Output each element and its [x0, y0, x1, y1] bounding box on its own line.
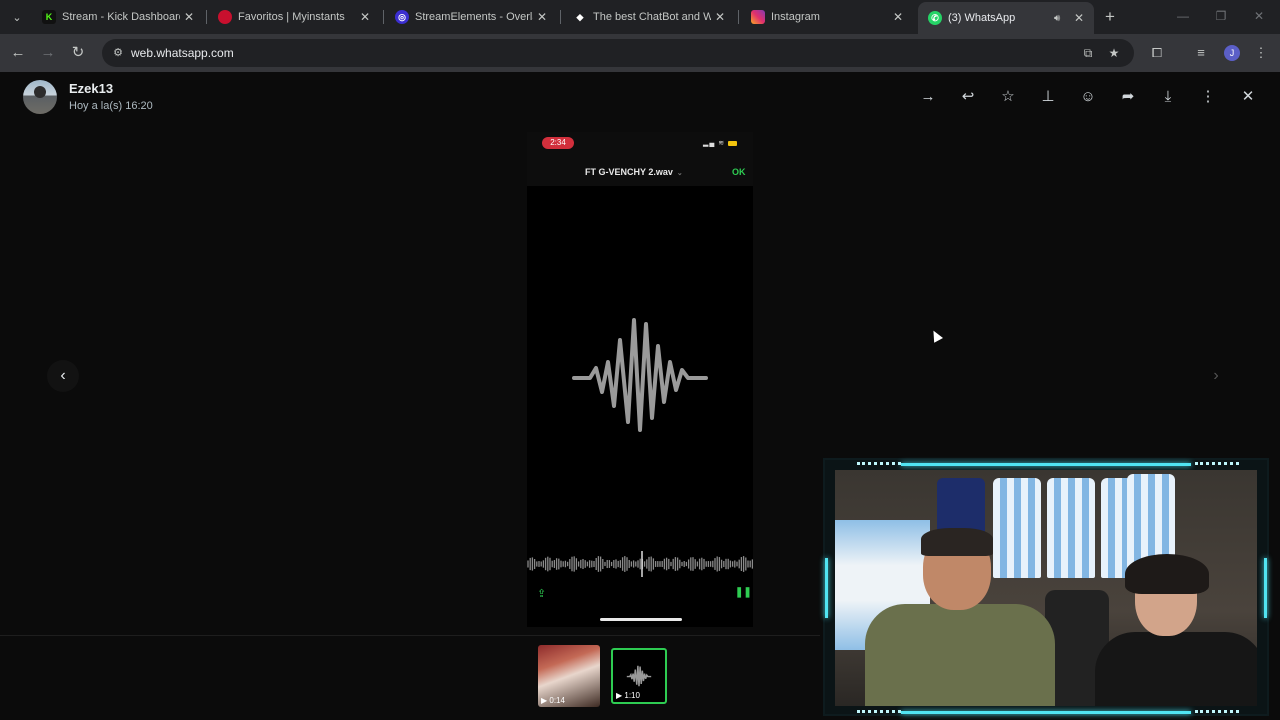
- profile-avatar[interactable]: J: [1224, 45, 1240, 61]
- tab-separator: [560, 10, 561, 24]
- tab-close-icon[interactable]: ✕: [180, 10, 198, 24]
- mouse-cursor: [929, 328, 943, 343]
- myinstants-icon: [218, 10, 232, 24]
- frame-glow-bar: [1264, 558, 1267, 618]
- webcam-overlay: [823, 458, 1269, 716]
- download-icon[interactable]: ⤓: [1158, 87, 1178, 107]
- frame-decoration: [857, 710, 901, 713]
- phone-share-icon: ⇪: [537, 588, 547, 600]
- extensions-icon[interactable]: ⧠: [1147, 43, 1167, 63]
- audio-file-name: FT G-VENCHY 2.wav ⌄: [585, 167, 683, 177]
- browser-toolbar: ← → ↻ ⚙︎ web.whatsapp.com ⧉ ★ ⧠ ≡ J ⋮: [0, 34, 1280, 72]
- message-timestamp: Hoy a la(s) 16:20: [69, 100, 153, 112]
- signal-wifi-battery-icons: ▂▄ ≋: [703, 139, 738, 147]
- address-bar[interactable]: ⚙︎ web.whatsapp.com ⧉ ★: [102, 39, 1134, 67]
- tab-separator: [738, 10, 739, 24]
- media-thumbnail[interactable]: ▶︎ 0:14: [538, 645, 600, 707]
- bookmark-star-icon[interactable]: ★: [1106, 45, 1122, 61]
- new-tab-button[interactable]: +: [1100, 7, 1120, 27]
- chevron-down-icon: ⌄: [676, 170, 683, 177]
- emoji-icon[interactable]: ☺: [1078, 87, 1098, 107]
- tab-close-icon[interactable]: ✕: [356, 10, 374, 24]
- tab-close-icon[interactable]: ✕: [889, 10, 907, 24]
- streamer-person: [865, 528, 1055, 706]
- tab-title: Instagram: [771, 11, 820, 23]
- tab-title: (3) WhatsApp: [948, 12, 1016, 24]
- frame-decoration: [857, 462, 901, 465]
- forward-icon[interactable]: →: [38, 43, 58, 63]
- phone-home-indicator: [600, 618, 682, 621]
- ok-button: OK: [732, 167, 746, 177]
- instagram-icon: [751, 10, 765, 24]
- site-info-icon[interactable]: ⚙︎: [110, 45, 126, 61]
- phone-pause-icon: ❚❚: [735, 587, 752, 598]
- tab-title: Favoritos | Myinstants: [238, 11, 345, 23]
- video-duration: ▶︎ 1:10: [616, 691, 640, 700]
- star-icon[interactable]: ☆: [998, 87, 1018, 107]
- minimize-icon[interactable]: —: [1172, 6, 1194, 26]
- chatbot-icon: ◆: [576, 11, 584, 22]
- tab-chatbot[interactable]: ◆ The best ChatBot and Wid ✕: [563, 4, 735, 30]
- share-forward-icon[interactable]: ➦: [1118, 87, 1138, 107]
- frame-decoration: [1195, 462, 1239, 465]
- media-video-frame[interactable]: 2:34 ▂▄ ≋ FT G-VENCHY 2.wav ⌄ OK ⇪ ❚❚: [527, 132, 753, 627]
- media-thumbnail-selected[interactable]: ▶︎ 1:10: [611, 648, 667, 704]
- tab-streamelements[interactable]: ◎ StreamElements - Overlays ✕: [385, 4, 557, 30]
- browser-tab-bar: ⌄ K Stream - Kick Dashboard ✕ Favoritos …: [0, 0, 1280, 34]
- contact-name: Ezek13: [69, 81, 114, 96]
- frame-glow-bar: [901, 711, 1191, 714]
- webcam-video: [835, 470, 1257, 706]
- more-options-icon[interactable]: ⋮: [1198, 87, 1218, 107]
- frame-glow-bar: [825, 558, 828, 618]
- thumbnail-divider: [0, 635, 820, 636]
- audio-playing-icon[interactable]: 🔊︎: [1054, 13, 1070, 24]
- phone-file-header: FT G-VENCHY 2.wav ⌄ OK: [527, 162, 753, 186]
- guest-person: [1095, 554, 1257, 706]
- tab-close-icon[interactable]: ✕: [1070, 11, 1088, 25]
- video-duration: ▶︎ 0:14: [541, 696, 565, 705]
- tab-kick-dashboard[interactable]: K Stream - Kick Dashboard ✕: [32, 4, 204, 30]
- pin-icon[interactable]: ⊥: [1038, 87, 1058, 107]
- tab-whatsapp[interactable]: ✆ (3) WhatsApp 🔊︎ ✕: [918, 2, 1094, 34]
- audio-waveform-icon: [572, 318, 708, 432]
- tab-close-icon[interactable]: ✕: [711, 10, 729, 24]
- tab-separator: [206, 10, 207, 24]
- tab-separator: [383, 10, 384, 24]
- kick-icon: K: [42, 10, 56, 24]
- install-app-icon[interactable]: ⧉: [1080, 45, 1096, 61]
- phone-clock: 2:34: [542, 137, 574, 149]
- tab-close-icon[interactable]: ✕: [533, 10, 551, 24]
- contact-avatar[interactable]: [23, 80, 57, 114]
- url-text: web.whatsapp.com: [131, 46, 234, 60]
- tab-title: The best ChatBot and Wid: [593, 11, 711, 23]
- close-icon[interactable]: ✕: [1238, 87, 1258, 107]
- previous-media-button[interactable]: ‹: [47, 360, 79, 392]
- forward-arrow-icon[interactable]: →: [918, 87, 938, 107]
- audio-scrub-waveform: [527, 551, 753, 577]
- window-close-icon[interactable]: ✕: [1248, 6, 1270, 26]
- reload-icon[interactable]: ↻: [68, 43, 88, 63]
- phone-status-bar: 2:34 ▂▄ ≋: [527, 132, 753, 162]
- media-control-icon[interactable]: ≡: [1191, 43, 1211, 63]
- tab-title: Stream - Kick Dashboard: [62, 11, 180, 23]
- audio-waveform-icon: [626, 665, 652, 687]
- next-media-button[interactable]: ›: [1200, 360, 1232, 392]
- streamelements-icon: ◎: [395, 10, 409, 24]
- browser-menu-icon[interactable]: ⋮: [1251, 43, 1271, 63]
- whatsapp-icon: ✆: [928, 11, 942, 25]
- back-icon[interactable]: ←: [8, 43, 28, 63]
- frame-decoration: [1195, 710, 1239, 713]
- frame-glow-bar: [901, 463, 1191, 466]
- tab-myinstants[interactable]: Favoritos | Myinstants ✕: [208, 4, 380, 30]
- tab-title: StreamElements - Overlays: [415, 11, 533, 23]
- tab-search-icon[interactable]: ⌄: [6, 6, 28, 28]
- reply-icon[interactable]: ↩: [958, 87, 978, 107]
- restore-icon[interactable]: ❐: [1210, 6, 1232, 26]
- tab-instagram[interactable]: Instagram ✕: [741, 4, 913, 30]
